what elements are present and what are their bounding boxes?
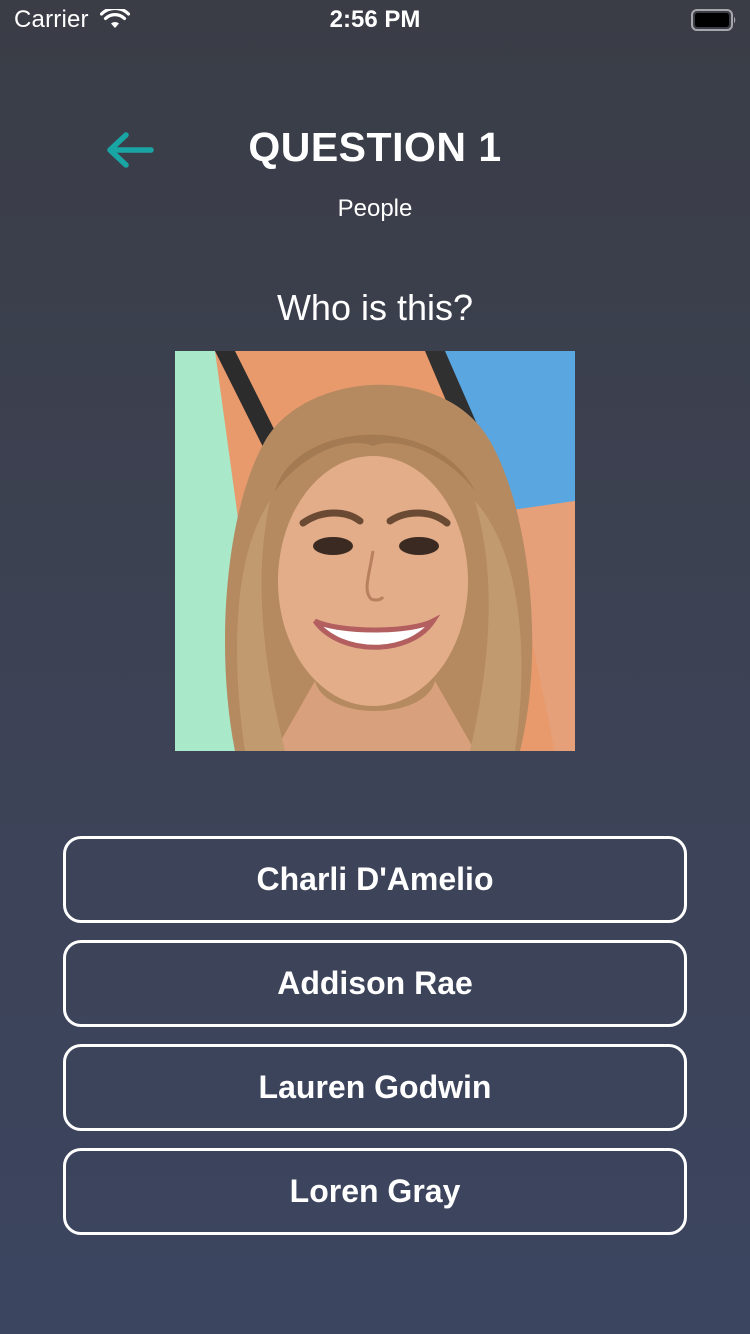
status-bar: Carrier 2:56 PM bbox=[0, 0, 750, 40]
answer-button-4[interactable]: Loren Gray bbox=[63, 1148, 687, 1235]
status-time: 2:56 PM bbox=[329, 6, 421, 33]
question-prompt: Who is this? bbox=[276, 287, 474, 328]
question-photo bbox=[175, 351, 575, 751]
category-label: People bbox=[337, 195, 413, 222]
battery-icon bbox=[691, 9, 737, 31]
answer-button-1[interactable]: Charli D'Amelio bbox=[63, 836, 687, 923]
answer-button-3[interactable]: Lauren Godwin bbox=[63, 1044, 687, 1131]
question-title: QUESTION 1 bbox=[248, 124, 502, 170]
answer-button-2[interactable]: Addison Rae bbox=[63, 940, 687, 1027]
